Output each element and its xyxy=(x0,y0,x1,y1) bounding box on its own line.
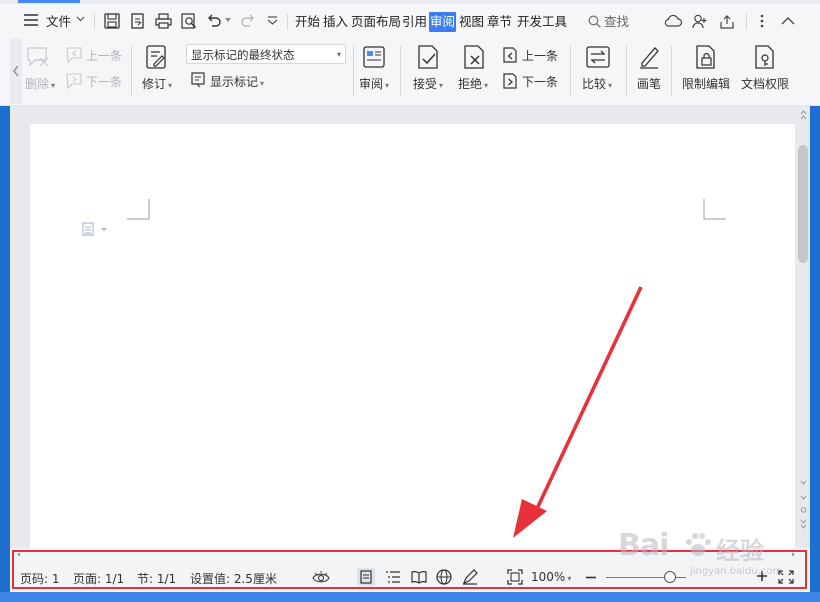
delete-comment-text: 删除 xyxy=(25,77,50,91)
track-changes-text: 修订 xyxy=(142,77,167,91)
reject-change-text: 拒绝 xyxy=(458,77,483,91)
next-change-label[interactable]: 下一条 xyxy=(522,73,558,90)
tab-view[interactable]: 视图 xyxy=(459,12,484,32)
print-preview-icon[interactable] xyxy=(181,13,197,29)
hamburger-icon[interactable] xyxy=(24,14,38,26)
share-icon[interactable] xyxy=(719,14,735,29)
baidu-paw-icon xyxy=(683,531,713,559)
next-comment-label[interactable]: 下一条 xyxy=(86,73,122,90)
show-markup-text: 显示标记 xyxy=(210,75,259,89)
active-document-tab-indicator xyxy=(18,0,80,3)
redo-icon[interactable] xyxy=(240,13,256,29)
save-icon[interactable] xyxy=(104,13,120,29)
margin-corner-top-right xyxy=(703,199,727,221)
watermark-brand-text: Bai xyxy=(618,528,669,563)
add-collaborator-icon[interactable] xyxy=(692,14,708,29)
tab-developer[interactable]: 开发工具 xyxy=(517,12,567,32)
next-change-icon[interactable] xyxy=(502,73,518,89)
track-changes-button[interactable]: 修订 ▾ xyxy=(142,75,172,92)
reject-change-button[interactable]: 拒绝 ▾ xyxy=(458,75,488,92)
print-icon[interactable] xyxy=(155,13,172,29)
track-changes-icon[interactable] xyxy=(146,45,168,69)
prev-comment-label[interactable]: 上一条 xyxy=(86,47,122,64)
tab-chapter[interactable]: 章节 xyxy=(487,12,512,32)
tab-page-layout[interactable]: 页面布局 xyxy=(351,12,401,32)
markup-display-value: 显示标记的最终状态 xyxy=(191,48,295,62)
undo-dropdown-icon[interactable] xyxy=(225,18,231,22)
chevron-down-icon[interactable] xyxy=(76,16,85,22)
more-options-icon[interactable] xyxy=(760,14,764,28)
export-pdf-icon[interactable] xyxy=(130,13,146,29)
annotation-arrow xyxy=(500,285,650,545)
divider xyxy=(400,46,401,96)
review-ribbon: 删除 ▾ 上一条 下一条 修订 ▾ 显示标记的最终状态 ▾ 显示标记 ▾ 审阅 ▾ 接受 ▾… xyxy=(0,38,820,106)
reject-change-icon[interactable] xyxy=(463,45,485,69)
tab-references[interactable]: 引用 xyxy=(402,12,427,32)
collapse-ribbon-icon[interactable] xyxy=(781,16,795,25)
review-pane-text: 审阅 xyxy=(359,77,384,91)
accept-change-button[interactable]: 接受 ▾ xyxy=(413,75,443,92)
search-label[interactable]: 查找 xyxy=(604,12,629,32)
undo-icon[interactable] xyxy=(206,13,222,29)
tab-review[interactable]: 审阅 xyxy=(429,12,457,32)
watermark-tail: 经验 xyxy=(716,537,764,565)
divider xyxy=(287,14,288,30)
divider xyxy=(131,46,132,96)
next-comment-icon[interactable] xyxy=(66,73,83,90)
file-menu[interactable]: 文件 xyxy=(46,12,71,32)
prev-change-label[interactable]: 上一条 xyxy=(522,47,558,64)
review-pane-button[interactable]: 审阅 ▾ xyxy=(359,75,389,92)
search-icon[interactable] xyxy=(588,15,601,28)
margin-corner-top-left xyxy=(127,199,151,221)
accept-change-icon[interactable] xyxy=(417,45,439,69)
doc-permission-icon[interactable] xyxy=(755,45,775,69)
markup-display-select[interactable]: 显示标记的最终状态 ▾ xyxy=(186,44,346,64)
show-markup-icon[interactable] xyxy=(191,72,206,88)
divider xyxy=(626,46,627,96)
vertical-scrollbar-thumb[interactable] xyxy=(798,145,808,263)
watermark-brand: Bai xyxy=(618,528,669,563)
ribbon-scroll-left-button[interactable] xyxy=(10,38,22,104)
tab-insert[interactable]: 插入 xyxy=(323,12,348,32)
divider xyxy=(94,14,95,30)
quick-access-more-icon[interactable] xyxy=(267,16,278,25)
pen-icon[interactable] xyxy=(638,45,660,69)
pen-button[interactable]: 画笔 xyxy=(637,75,661,92)
divider xyxy=(746,14,747,30)
review-pane-icon[interactable] xyxy=(363,46,385,68)
delete-comment-label[interactable]: 删除 ▾ xyxy=(25,75,55,92)
prev-comment-icon[interactable] xyxy=(66,47,83,64)
divider xyxy=(353,46,354,96)
divider xyxy=(570,46,571,96)
show-markup-button[interactable]: 显示标记 ▾ xyxy=(210,73,264,90)
prev-change-icon[interactable] xyxy=(502,47,518,63)
compare-button[interactable]: 比较 ▾ xyxy=(582,75,612,92)
compare-icon[interactable] xyxy=(586,46,610,68)
restrict-edit-icon[interactable] xyxy=(696,45,716,69)
doc-permission-button[interactable]: 文档权限 xyxy=(741,75,789,92)
divider xyxy=(671,46,672,96)
tab-home[interactable]: 开始 xyxy=(295,12,320,32)
menu-bar: 文件 开始 插入 页面布局 引用 审阅 视图 章节 开发工具 查找 xyxy=(0,4,820,38)
accept-change-text: 接受 xyxy=(413,77,438,91)
cloud-sync-icon[interactable] xyxy=(664,14,683,28)
watermark-url: jingyan.baidu.com xyxy=(690,566,783,577)
restrict-edit-button[interactable]: 限制编辑 xyxy=(682,75,730,92)
document-page[interactable] xyxy=(30,124,795,548)
paragraph-layout-icon[interactable] xyxy=(82,222,110,236)
taskbar-strip xyxy=(0,592,820,602)
compare-text: 比较 xyxy=(582,77,607,91)
delete-comment-icon[interactable] xyxy=(26,46,50,68)
